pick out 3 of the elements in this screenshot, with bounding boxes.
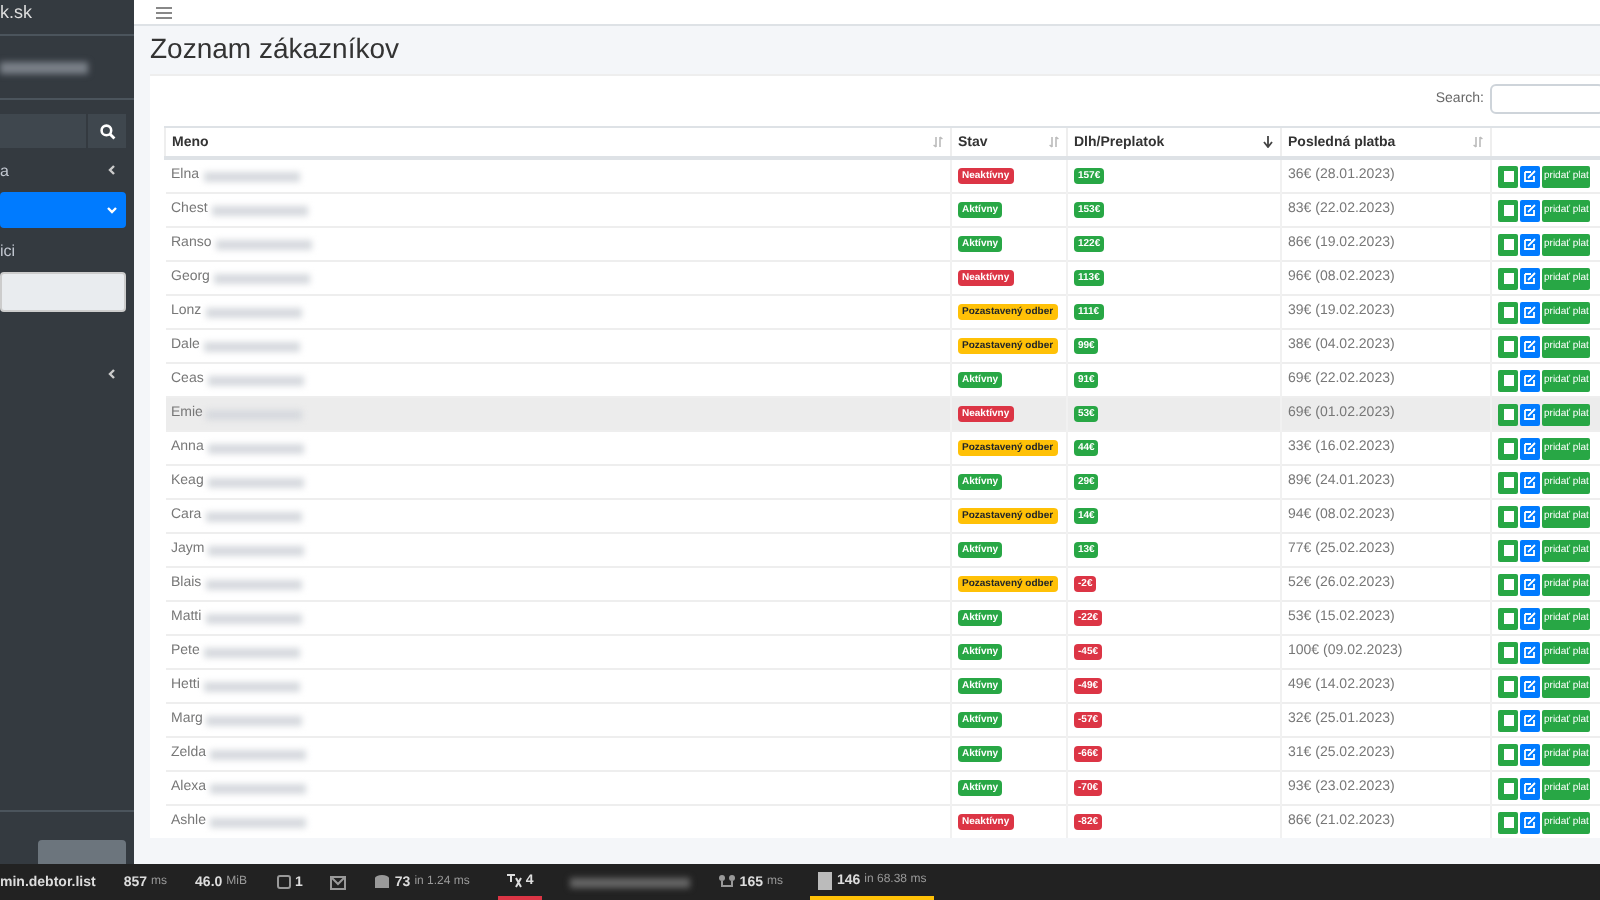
menu-item[interactable]: a [0, 152, 126, 188]
page-title: Zoznam zákazníkov [150, 30, 401, 68]
menu-item[interactable]: ici [0, 232, 126, 268]
